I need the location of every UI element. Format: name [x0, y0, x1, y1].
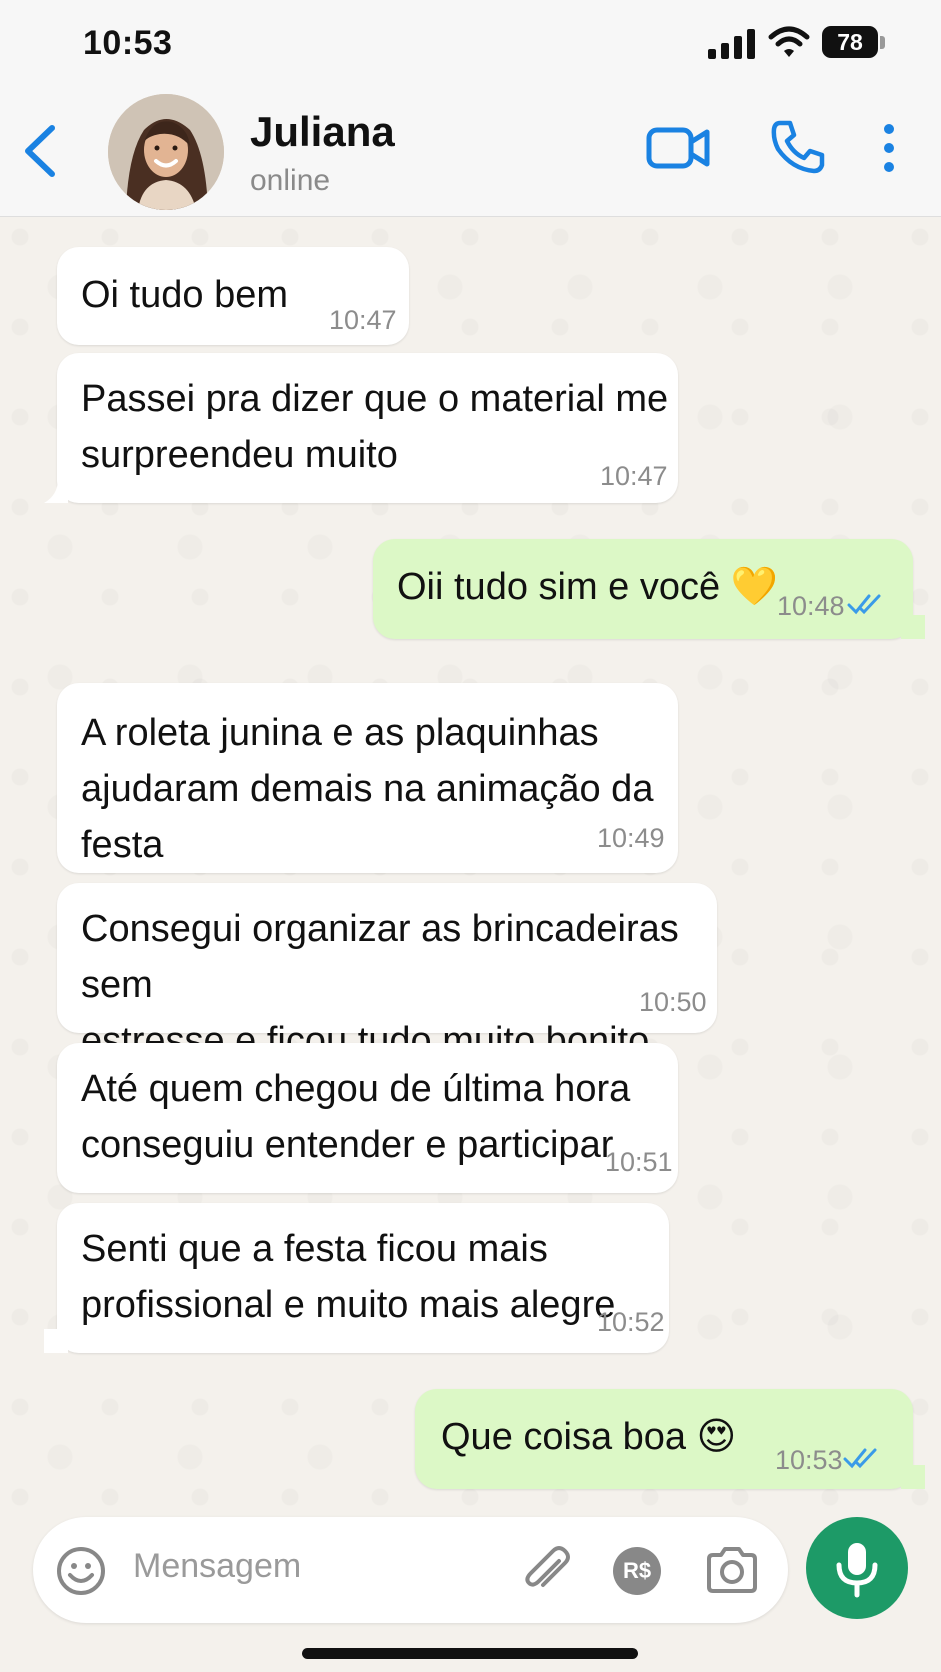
more-vertical-icon[interactable]: [880, 122, 898, 174]
paperclip-icon[interactable]: [521, 1543, 575, 1597]
message-line: profissional e muito mais alegre: [81, 1284, 616, 1326]
pix-icon[interactable]: R$: [613, 1547, 661, 1595]
microphone-icon: [836, 1543, 878, 1598]
message-line: Oi tudo bem: [81, 274, 288, 316]
message-line: Consegui organizar as brincadeiras sem: [81, 908, 679, 1006]
read-ticks-icon: [847, 594, 881, 615]
bubble-tail: [901, 615, 925, 639]
message-time: 10:53: [775, 1445, 843, 1475]
message-time: 10:50: [639, 987, 707, 1017]
message-incoming[interactable]: Passei pra dizer que o material me surpr…: [57, 353, 678, 503]
status-bar: 10:53 78: [0, 0, 941, 86]
emoji-icon[interactable]: [55, 1545, 107, 1597]
message-incoming[interactable]: Senti que a festa ficou mais profissiona…: [57, 1203, 669, 1353]
message-text: Que coisa boa 😍: [441, 1409, 736, 1465]
message-text: Senti que a festa ficou mais profissiona…: [81, 1221, 615, 1333]
phone-icon[interactable]: [770, 119, 826, 175]
message-text: Passei pra dizer que o material me surpr…: [81, 371, 668, 483]
message-incoming[interactable]: A roleta junina e as plaquinhas ajudaram…: [57, 683, 678, 873]
back-chevron-icon[interactable]: [20, 124, 60, 178]
contact-name[interactable]: Juliana: [250, 108, 395, 156]
message-input[interactable]: Mensagem R$: [33, 1517, 788, 1623]
message-line: ajudaram demais na animação da festa: [81, 768, 654, 866]
wifi-icon: [768, 26, 810, 57]
message-line: conseguiu entender e participar: [81, 1124, 614, 1166]
message-time: 10:49: [597, 823, 665, 853]
message-line: A roleta junina e as plaquinhas: [81, 712, 599, 754]
avatar[interactable]: [108, 94, 224, 210]
message-line: Que coisa boa 😍: [441, 1416, 737, 1458]
camera-icon[interactable]: [705, 1545, 759, 1595]
message-time: 10:52: [597, 1307, 665, 1337]
message-input-placeholder[interactable]: Mensagem: [133, 1547, 301, 1586]
message-line: Senti que a festa ficou mais: [81, 1228, 548, 1270]
composer-bar: Mensagem R$: [0, 1517, 941, 1672]
message-text: Até quem chegou de última hora conseguiu…: [81, 1061, 630, 1173]
message-text: Oii tudo sim e você 💛: [397, 559, 778, 615]
video-camera-icon[interactable]: [646, 122, 710, 174]
battery-level: 78: [822, 26, 878, 58]
message-outgoing[interactable]: Oii tudo sim e você 💛 10:48: [373, 539, 913, 639]
message-time: 10:48: [777, 591, 845, 621]
home-indicator[interactable]: [302, 1648, 638, 1659]
microphone-button[interactable]: [806, 1517, 908, 1619]
message-incoming[interactable]: Consegui organizar as brincadeiras sem e…: [57, 883, 717, 1062]
chat-area[interactable]: Oi tudo bem 10:47 Passei pra dizer que o…: [0, 217, 941, 1517]
message-incoming[interactable]: Até quem chegou de última hora conseguiu…: [57, 1043, 678, 1193]
message-text: A roleta junina e as plaquinhas ajudaram…: [81, 705, 678, 873]
contact-status: online: [250, 164, 331, 197]
chat-header: Juliana online: [0, 86, 941, 217]
signal-icon: [708, 29, 755, 59]
message-incoming[interactable]: Oi tudo bem 10:47: [57, 247, 409, 345]
message-time: 10:47: [329, 305, 397, 335]
status-time: 10:53: [83, 24, 173, 62]
message-time: 10:47: [600, 461, 668, 491]
bubble-tail: [44, 1329, 68, 1353]
message-time: 10:51: [605, 1147, 673, 1177]
message-line: Até quem chegou de última hora: [81, 1068, 631, 1110]
bubble-tail: [901, 1465, 925, 1489]
message-line: Oii tudo sim e você 💛: [397, 566, 779, 608]
read-ticks-icon: [843, 1448, 877, 1469]
message-text: Oi tudo bem: [81, 267, 288, 323]
message-line: surpreendeu muito: [81, 434, 398, 476]
battery-icon: 78: [822, 26, 886, 60]
bubble-tail: [44, 479, 68, 503]
message-line: Passei pra dizer que o material me: [81, 378, 669, 420]
message-outgoing[interactable]: Que coisa boa 😍 10:53: [415, 1389, 913, 1489]
